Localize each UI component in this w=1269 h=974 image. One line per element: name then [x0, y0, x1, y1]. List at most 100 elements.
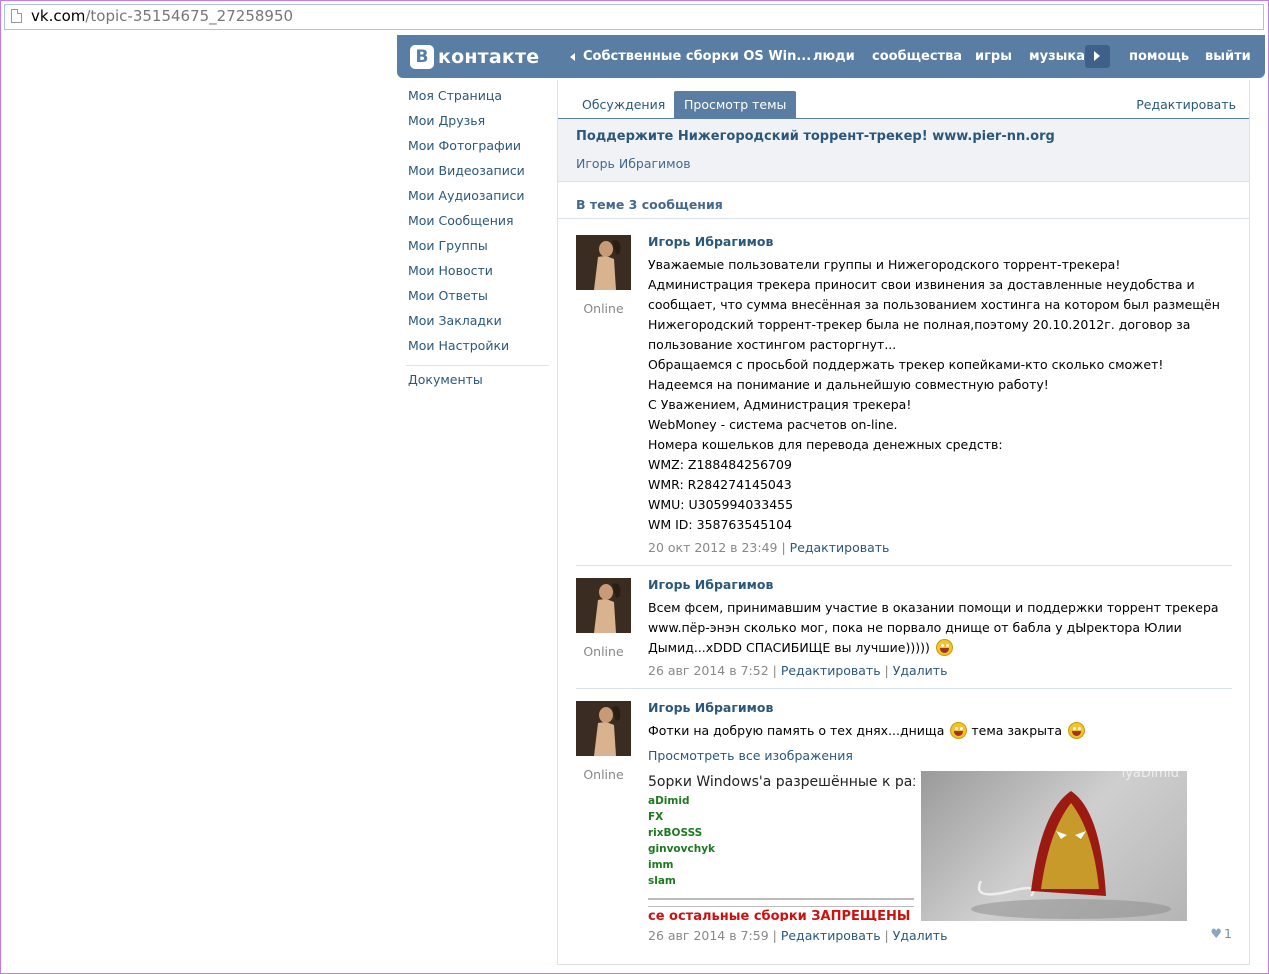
- attachment-name: aDimid: [648, 795, 690, 807]
- post-text-line: Надеемся на понимание и дальнейшую совме…: [648, 377, 1049, 392]
- attachment-photos: 5орки Windows'a разрешённые к раздаче aD…: [648, 771, 1218, 923]
- left-sidebar: Моя Страница Мои Друзья Мои Фотографии М…: [406, 86, 553, 395]
- online-status: Online: [583, 767, 624, 782]
- like-button[interactable]: ♥ 1: [1210, 926, 1232, 942]
- like-count: 1: [1224, 926, 1232, 941]
- post-text-line: WMZ: Z188484256709: [648, 457, 792, 472]
- main-content: Обсуждения Просмотр темы Редактировать П…: [557, 80, 1250, 965]
- avatar[interactable]: [576, 701, 631, 756]
- post-text-line: WMU: U305994033455: [648, 497, 794, 512]
- post-delete-link[interactable]: Удалить: [893, 663, 948, 678]
- sidebar-item-videos[interactable]: Мои Видеозаписи: [408, 161, 553, 186]
- avatar-image: [576, 701, 631, 756]
- view-all-images-link[interactable]: Просмотреть все изображения: [648, 746, 1218, 766]
- post-date[interactable]: 20 окт 2012 в 23:49: [648, 540, 777, 555]
- nav-music[interactable]: музыка: [1029, 35, 1085, 78]
- logo-icon: В: [410, 45, 434, 69]
- post-author-link[interactable]: Игорь Ибрагимов: [648, 701, 1218, 721]
- attachment-rule: [648, 898, 914, 900]
- nav-people[interactable]: люди: [813, 35, 855, 78]
- meta-separator: |: [777, 540, 790, 555]
- vk-logo[interactable]: В контакте: [410, 45, 539, 69]
- sidebar-item-audios[interactable]: Мои Аудиозаписи: [408, 186, 553, 211]
- tab-discussions[interactable]: Обсуждения: [572, 91, 675, 118]
- meta-separator: |: [880, 928, 893, 943]
- post-date[interactable]: 26 авг 2014 в 7:59: [648, 928, 769, 943]
- sidebar-item-settings[interactable]: Мои Настройки: [408, 336, 553, 361]
- avatar[interactable]: [576, 235, 631, 290]
- smile-icon: [950, 722, 968, 739]
- attachment-name: ginvovchyk: [648, 843, 716, 855]
- post-text-line: Администрация трекера приносит свои изви…: [648, 277, 1195, 292]
- post-text-line: сообщает, что сумма внесённая за пользов…: [648, 297, 1220, 312]
- post-body: Игорь Ибрагимов Всем фсем, принимавшим у…: [648, 578, 1219, 681]
- sidebar-item-groups[interactable]: Мои Группы: [408, 236, 553, 261]
- post-delete-link[interactable]: Удалить: [893, 928, 948, 943]
- nav-help[interactable]: помощь: [1129, 35, 1189, 78]
- post-text-line: Всем фсем, принимавшим участие в оказани…: [648, 600, 1219, 615]
- post-edit-link[interactable]: Редактировать: [790, 540, 890, 555]
- music-play-icon[interactable]: [1085, 45, 1110, 68]
- sidebar-item-my-page[interactable]: Моя Страница: [408, 86, 553, 111]
- sidebar-item-news[interactable]: Мои Новости: [408, 261, 553, 286]
- top-header: В контакте Собственные сборки OS Win... …: [397, 35, 1265, 78]
- message-count: В теме 3 сообщения: [576, 197, 723, 212]
- sidebar-item-documents[interactable]: Документы: [408, 370, 553, 395]
- attachment-name: FX: [648, 811, 664, 823]
- meta-separator: |: [768, 928, 781, 943]
- post-body: Игорь Ибрагимов Уважаемые пользователи г…: [648, 235, 1220, 558]
- iron-image: [971, 791, 1171, 919]
- topic-author-link[interactable]: Игорь Ибрагимов: [576, 156, 691, 171]
- attachment-photo-list[interactable]: 5орки Windows'a разрешённые к раздаче aD…: [648, 771, 915, 921]
- sidebar-item-bookmarks[interactable]: Мои Закладки: [408, 311, 553, 336]
- meta-separator: |: [880, 663, 893, 678]
- tab-bar: Обсуждения Просмотр темы Редактировать: [558, 80, 1249, 119]
- topic-header: Поддержите Нижегородский торрент-трекер!…: [558, 119, 1249, 182]
- heart-icon: ♥: [1210, 927, 1223, 942]
- nav-logout[interactable]: выйти: [1205, 35, 1251, 78]
- sidebar-item-friends[interactable]: Мои Друзья: [408, 111, 553, 136]
- divider: [558, 218, 1249, 219]
- post-text-line: WMR: R284274145043: [648, 477, 792, 492]
- laughing-smile-icon: [935, 639, 953, 656]
- post-text-line: Нижегородский торрент-трекер была не пол…: [648, 317, 1191, 332]
- address-url[interactable]: vk.com/topic-35154675_27258950: [31, 7, 293, 25]
- post-edit-link[interactable]: Редактировать: [781, 663, 881, 678]
- edit-topic-link[interactable]: Редактировать: [1136, 91, 1236, 118]
- post-meta: 26 авг 2014 в 7:59 | Редактировать | Уда…: [648, 926, 1218, 946]
- post-text-line: С Уважением, Администрация трекера!: [648, 397, 912, 412]
- sidebar-item-answers[interactable]: Мои Ответы: [408, 286, 553, 311]
- tab-view-topic[interactable]: Просмотр темы: [674, 91, 797, 118]
- post-edit-link[interactable]: Редактировать: [781, 928, 881, 943]
- post-text: Дымид...xDDD СПАСИБИЩЕ вы лучшие))))): [648, 640, 930, 655]
- post-text: Фотки на добрую память о тех днях...днищ…: [648, 723, 945, 738]
- image-watermark: lyaDimid: [1121, 771, 1179, 781]
- post-author-link[interactable]: Игорь Ибрагимов: [648, 235, 1218, 255]
- back-to-group-link[interactable]: Собственные сборки OS Win...: [570, 35, 811, 78]
- post-date[interactable]: 26 авг 2014 в 7:52: [648, 663, 769, 678]
- url-path: /topic-35154675_27258950: [85, 7, 294, 25]
- page-icon: [11, 9, 22, 23]
- url-domain: vk.com: [31, 7, 86, 25]
- post-text-line-with-smile: Дымид...xDDD СПАСИБИЩЕ вы лучшие))))): [648, 638, 1218, 658]
- post-text-line: Обращаемся с просьбой поддержать трекер …: [648, 357, 1164, 372]
- post-author-link[interactable]: Игорь Ибрагимов: [648, 578, 1218, 598]
- online-status: Online: [583, 301, 624, 316]
- sidebar-item-messages[interactable]: Мои Сообщения: [408, 211, 553, 236]
- sidebar-item-photos[interactable]: Мои Фотографии: [408, 136, 553, 161]
- post-text-line: WM ID: 358763545104: [648, 517, 793, 532]
- avatar[interactable]: [576, 578, 631, 633]
- attachment-photo-iron[interactable]: lyaDimid: [921, 771, 1187, 921]
- nav-communities[interactable]: сообщества: [872, 35, 962, 78]
- post-meta: 26 авг 2014 в 7:52 | Редактировать | Уда…: [648, 661, 1218, 681]
- nav-games[interactable]: игры: [975, 35, 1012, 78]
- post-text-line: WebMoney - система расчетов on-line.: [648, 417, 898, 432]
- avatar-image: [576, 578, 631, 633]
- attachment-rule: [648, 906, 914, 907]
- post-text-line: Уважаемые пользователи группы и Нижегоро…: [648, 257, 1121, 272]
- logo-text: контакте: [438, 46, 540, 68]
- sidebar-divider: [406, 365, 549, 366]
- address-bar[interactable]: vk.com/topic-35154675_27258950: [4, 4, 1264, 30]
- attachment-name: rixBOSSS: [648, 827, 703, 839]
- post-text-line: www.пёр-энэн сколько мог, пока не порвал…: [648, 620, 1182, 635]
